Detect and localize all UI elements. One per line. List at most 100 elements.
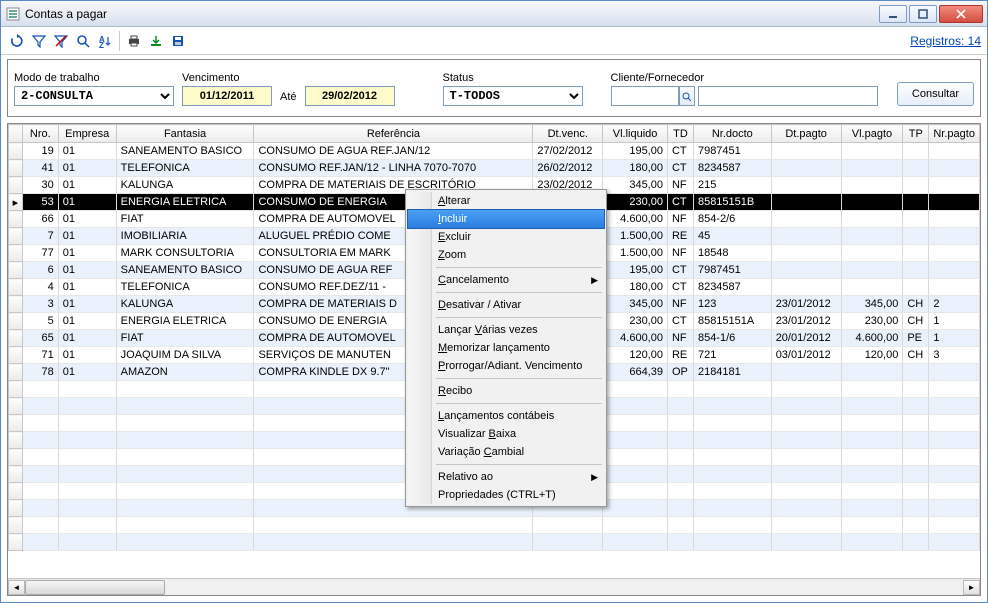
cell-nrdocto: 854-2/6 — [693, 211, 771, 228]
cell-tp — [903, 228, 929, 245]
cell-dtpagto — [771, 245, 841, 262]
cell-nrpagto — [929, 364, 980, 381]
consultar-button[interactable]: Consultar — [897, 82, 974, 106]
cell-dtpagto — [771, 143, 841, 160]
cell-dtpagto — [771, 177, 841, 194]
window-controls — [879, 5, 983, 23]
col-referencia[interactable]: Referência — [254, 125, 533, 143]
horizontal-scrollbar[interactable]: ◄ ► — [8, 578, 980, 595]
cell-dtpagto — [771, 194, 841, 211]
cliente-code-input[interactable] — [611, 86, 679, 106]
cell-vlliquido: 230,00 — [603, 313, 668, 330]
cell-vlliquido: 345,00 — [603, 296, 668, 313]
col-vlpagto[interactable]: Vl.pagto — [841, 125, 903, 143]
cell-td: NF — [667, 296, 693, 313]
close-button[interactable] — [939, 5, 983, 23]
cell-vlliquido: 180,00 — [603, 160, 668, 177]
cell-nro: 5 — [22, 313, 58, 330]
cliente-name-input[interactable] — [698, 86, 878, 106]
cell-fantasia: FIAT — [116, 211, 254, 228]
cell-vlpagto — [841, 364, 903, 381]
cell-vlpagto — [841, 262, 903, 279]
menu-lanc-contabeis[interactable]: Lançamentos contábeis — [408, 407, 604, 425]
cell-empresa: 01 — [58, 364, 116, 381]
col-empresa[interactable]: Empresa — [58, 125, 116, 143]
cell-empresa: 01 — [58, 330, 116, 347]
cell-nrdocto: 123 — [693, 296, 771, 313]
scroll-right-button[interactable]: ► — [963, 580, 980, 595]
modo-select[interactable]: 2-CONSULTA — [14, 86, 174, 106]
print-icon[interactable] — [124, 31, 144, 51]
col-nrpagto[interactable]: Nr.pagto — [929, 125, 980, 143]
search-icon[interactable] — [73, 31, 93, 51]
scroll-left-button[interactable]: ◄ — [8, 580, 25, 595]
col-dtvenc[interactable]: Dt.venc. — [533, 125, 603, 143]
menu-incluir[interactable]: Incluir — [408, 210, 604, 228]
vencimento-to-input[interactable] — [305, 86, 395, 106]
filter-clear-icon[interactable] — [51, 31, 71, 51]
cell-nrdocto: 8234587 — [693, 160, 771, 177]
row-header — [9, 364, 23, 381]
cell-nro: 66 — [22, 211, 58, 228]
cell-tp — [903, 279, 929, 296]
col-dtpagto[interactable]: Dt.pagto — [771, 125, 841, 143]
menu-propriedades[interactable]: Propriedades (CTRL+T) — [408, 486, 604, 504]
maximize-button[interactable] — [909, 5, 937, 23]
cell-tp: PE — [903, 330, 929, 347]
sort-icon[interactable]: AZ — [95, 31, 115, 51]
cell-vlpagto — [841, 143, 903, 160]
cell-nrpagto — [929, 228, 980, 245]
table-row[interactable]: 1901SANEAMENTO BASICOCONSUMO DE AGUA REF… — [9, 143, 980, 160]
cell-empresa: 01 — [58, 228, 116, 245]
col-nro[interactable]: Nro. — [22, 125, 58, 143]
refresh-icon[interactable] — [7, 31, 27, 51]
menu-recibo[interactable]: Recibo — [408, 382, 604, 400]
vencimento-from-input[interactable] — [182, 86, 272, 106]
col-vlliquido[interactable]: Vl.liquido — [603, 125, 668, 143]
menu-excluir[interactable]: Excluir — [408, 228, 604, 246]
records-link[interactable]: Registros: 14 — [910, 34, 981, 48]
col-td[interactable]: TD — [667, 125, 693, 143]
row-header — [9, 262, 23, 279]
cliente-lookup-button[interactable] — [679, 86, 695, 106]
cell-vlliquido: 195,00 — [603, 262, 668, 279]
menu-visualizar-baixa[interactable]: Visualizar Baixa — [408, 425, 604, 443]
save-icon[interactable] — [168, 31, 188, 51]
table-row[interactable]: 4101TELEFONICACONSUMO REF.JAN/12 - LINHA… — [9, 160, 980, 177]
cell-td: RE — [667, 228, 693, 245]
scroll-track[interactable] — [25, 580, 963, 595]
menu-desativar[interactable]: Desativar / Ativar — [408, 296, 604, 314]
ate-label: Até — [280, 91, 297, 106]
menu-memorizar[interactable]: Memorizar lançamento — [408, 339, 604, 357]
menu-cancelamento[interactable]: Cancelamento▶ — [408, 271, 604, 289]
menu-alterar[interactable]: Alterar — [408, 192, 604, 210]
row-header — [9, 330, 23, 347]
row-header — [9, 279, 23, 296]
menu-relativo-ao[interactable]: Relativo ao▶ — [408, 468, 604, 486]
cell-vlpagto — [841, 194, 903, 211]
cell-nrpagto: 3 — [929, 347, 980, 364]
cell-dtpagto: 03/01/2012 — [771, 347, 841, 364]
menu-zoom[interactable]: Zoom — [408, 246, 604, 264]
cell-nro: 65 — [22, 330, 58, 347]
cell-tp — [903, 194, 929, 211]
cell-vlliquido: 4.600,00 — [603, 211, 668, 228]
col-tp[interactable]: TP — [903, 125, 929, 143]
modo-label: Modo de trabalho — [14, 72, 174, 84]
status-label: Status — [443, 72, 583, 84]
menu-variacao-cambial[interactable]: Variação Cambial — [408, 443, 604, 461]
minimize-button[interactable] — [879, 5, 907, 23]
menu-prorrogar[interactable]: Prorrogar/Adiant. Vencimento — [408, 357, 604, 375]
export-icon[interactable] — [146, 31, 166, 51]
filter-icon[interactable] — [29, 31, 49, 51]
cell-vlpagto — [841, 211, 903, 228]
col-nrdocto[interactable]: Nr.docto — [693, 125, 771, 143]
cell-nrpagto — [929, 177, 980, 194]
col-fantasia[interactable]: Fantasia — [116, 125, 254, 143]
cell-dtpagto: 20/01/2012 — [771, 330, 841, 347]
cell-tp — [903, 211, 929, 228]
scroll-thumb[interactable] — [25, 580, 165, 595]
status-select[interactable]: T-TODOS — [443, 86, 583, 106]
menu-lancar-varias[interactable]: Lançar Várias vezes — [408, 321, 604, 339]
cell-td: CT — [667, 262, 693, 279]
